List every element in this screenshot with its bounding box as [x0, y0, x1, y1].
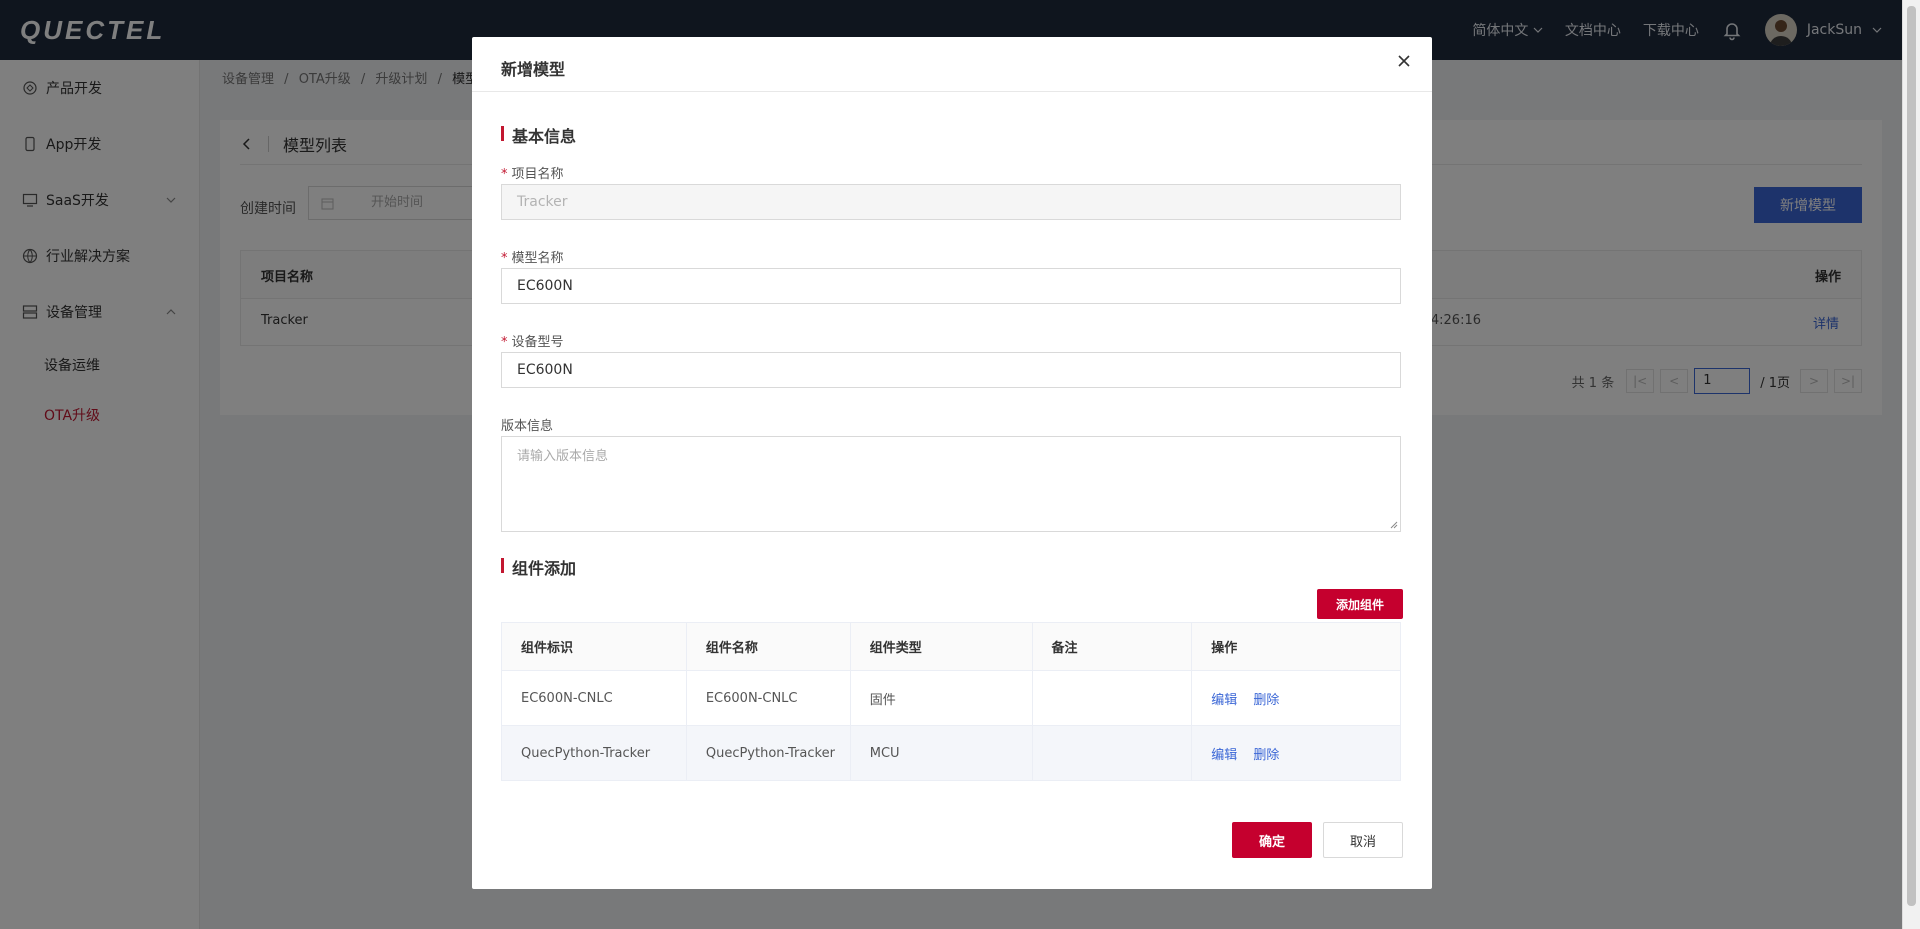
- dialog-title: 新增模型: [501, 60, 566, 79]
- model-name-label-text: 模型名称: [511, 251, 564, 266]
- cell-component-id: QuecPython-Tracker: [501, 725, 687, 781]
- cell-component-type: MCU: [850, 725, 1033, 781]
- col-action: 操作: [1191, 622, 1401, 671]
- cell-actions: 编辑 删除: [1191, 725, 1401, 781]
- model-name-label: * 模型名称: [501, 251, 564, 266]
- col-component-name: 组件名称: [686, 622, 851, 671]
- component-table: 组件标识 组件名称 组件类型 备注 操作 EC600N-CNLC EC600N-…: [501, 622, 1401, 781]
- scrollbar[interactable]: [1902, 0, 1920, 929]
- delete-link[interactable]: 删除: [1253, 748, 1279, 763]
- col-note: 备注: [1032, 622, 1193, 671]
- cell-component-type: 固件: [850, 670, 1033, 726]
- col-component-type: 组件类型: [850, 622, 1033, 671]
- project-name-label-text: 项目名称: [511, 167, 564, 182]
- resize-handle-icon[interactable]: [1390, 521, 1398, 529]
- delete-link[interactable]: 删除: [1253, 693, 1279, 708]
- table-header-row: 组件标识 组件名称 组件类型 备注 操作: [501, 622, 1401, 671]
- section-components: 组件添加: [501, 555, 576, 579]
- cell-note: [1032, 725, 1193, 781]
- cell-component-name: EC600N-CNLC: [686, 670, 851, 726]
- version-textarea[interactable]: 请输入版本信息: [501, 436, 1401, 532]
- model-name-input[interactable]: EC600N: [501, 268, 1401, 304]
- version-label: 版本信息: [501, 419, 554, 434]
- project-name-input: Tracker: [501, 184, 1401, 220]
- add-component-button[interactable]: 添加组件: [1317, 589, 1403, 619]
- device-model-input[interactable]: EC600N: [501, 352, 1401, 388]
- device-model-label: * 设备型号: [501, 335, 564, 350]
- new-model-dialog: 新增模型 基本信息 * 项目名称 Tracker * 模型名称 EC600N * 设备…: [472, 37, 1432, 889]
- dialog-header: 新增模型: [472, 37, 1432, 92]
- edit-link[interactable]: 编辑: [1211, 693, 1237, 708]
- cell-note: [1032, 670, 1193, 726]
- edit-link[interactable]: 编辑: [1211, 748, 1237, 763]
- section-basic-info: 基本信息: [501, 123, 576, 147]
- table-row: QuecPython-Tracker QuecPython-Tracker MC…: [501, 725, 1401, 781]
- scrollbar-thumb[interactable]: [1907, 6, 1916, 906]
- project-name-label: * 项目名称: [501, 167, 564, 182]
- device-model-label-text: 设备型号: [511, 335, 564, 350]
- close-icon[interactable]: [1394, 51, 1414, 71]
- col-component-id: 组件标识: [501, 622, 687, 671]
- confirm-button[interactable]: 确定: [1232, 822, 1312, 858]
- cancel-button[interactable]: 取消: [1323, 822, 1403, 858]
- table-row: EC600N-CNLC EC600N-CNLC 固件 编辑 删除: [501, 670, 1401, 726]
- cell-component-id: EC600N-CNLC: [501, 670, 687, 726]
- cell-actions: 编辑 删除: [1191, 670, 1401, 726]
- cell-component-name: QuecPython-Tracker: [686, 725, 851, 781]
- version-placeholder: 请输入版本信息: [517, 449, 609, 464]
